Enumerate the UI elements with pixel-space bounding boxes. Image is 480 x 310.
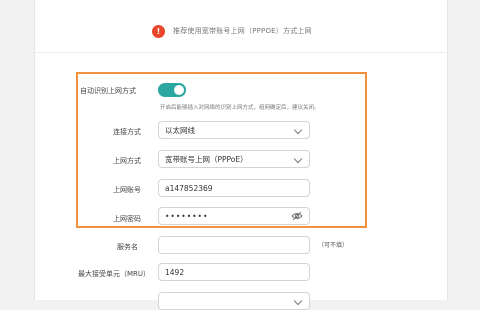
connection-type-label: 连接方式 bbox=[113, 128, 141, 136]
mru-value: 1492 bbox=[165, 267, 185, 277]
pppoe-notice: ! 推荐使用宽带账号上网（PPPOE）方式上网 bbox=[152, 20, 312, 42]
password-label: 上网密码 bbox=[113, 215, 141, 223]
next-select-partial[interactable] bbox=[158, 292, 310, 310]
internet-mode-select[interactable]: 宽带账号上网（PPPoE） bbox=[158, 150, 310, 168]
notice-text: 推荐使用宽带账号上网（PPPOE）方式上网 bbox=[173, 27, 312, 35]
auto-detect-hint: 开启后能够插入对网络的识别上网方式，组网确定后，建议关闭。 bbox=[160, 105, 320, 111]
password-value: •••••••• bbox=[165, 211, 209, 221]
connection-type-select[interactable]: 以太网线 bbox=[158, 121, 310, 139]
eye-hidden-icon[interactable] bbox=[291, 211, 303, 221]
auto-detect-label: 自动识别上网方式 bbox=[80, 87, 136, 95]
account-label: 上网账号 bbox=[113, 186, 141, 194]
mru-label: 最大接受单元（MRU） bbox=[78, 270, 151, 278]
service-name-label: 服务名 bbox=[117, 243, 138, 251]
account-value: a147852369 bbox=[165, 183, 213, 193]
divider bbox=[34, 52, 446, 53]
toggle-knob bbox=[174, 85, 184, 95]
auto-detect-toggle[interactable] bbox=[158, 83, 186, 97]
connection-type-value: 以太网线 bbox=[165, 125, 195, 135]
internet-mode-value: 宽带账号上网（PPPoE） bbox=[165, 154, 248, 164]
service-name-input[interactable] bbox=[158, 236, 310, 254]
chevron-down-icon bbox=[293, 154, 303, 164]
mru-input[interactable]: 1492 bbox=[158, 263, 310, 281]
account-input[interactable]: a147852369 bbox=[158, 179, 310, 197]
chevron-down-icon bbox=[293, 125, 303, 135]
password-input[interactable]: •••••••• bbox=[158, 207, 310, 225]
internet-mode-label: 上网方式 bbox=[113, 157, 141, 165]
warning-icon: ! bbox=[152, 24, 165, 38]
service-name-optional-note: （可不填） bbox=[318, 242, 349, 249]
chevron-down-icon bbox=[293, 296, 303, 306]
